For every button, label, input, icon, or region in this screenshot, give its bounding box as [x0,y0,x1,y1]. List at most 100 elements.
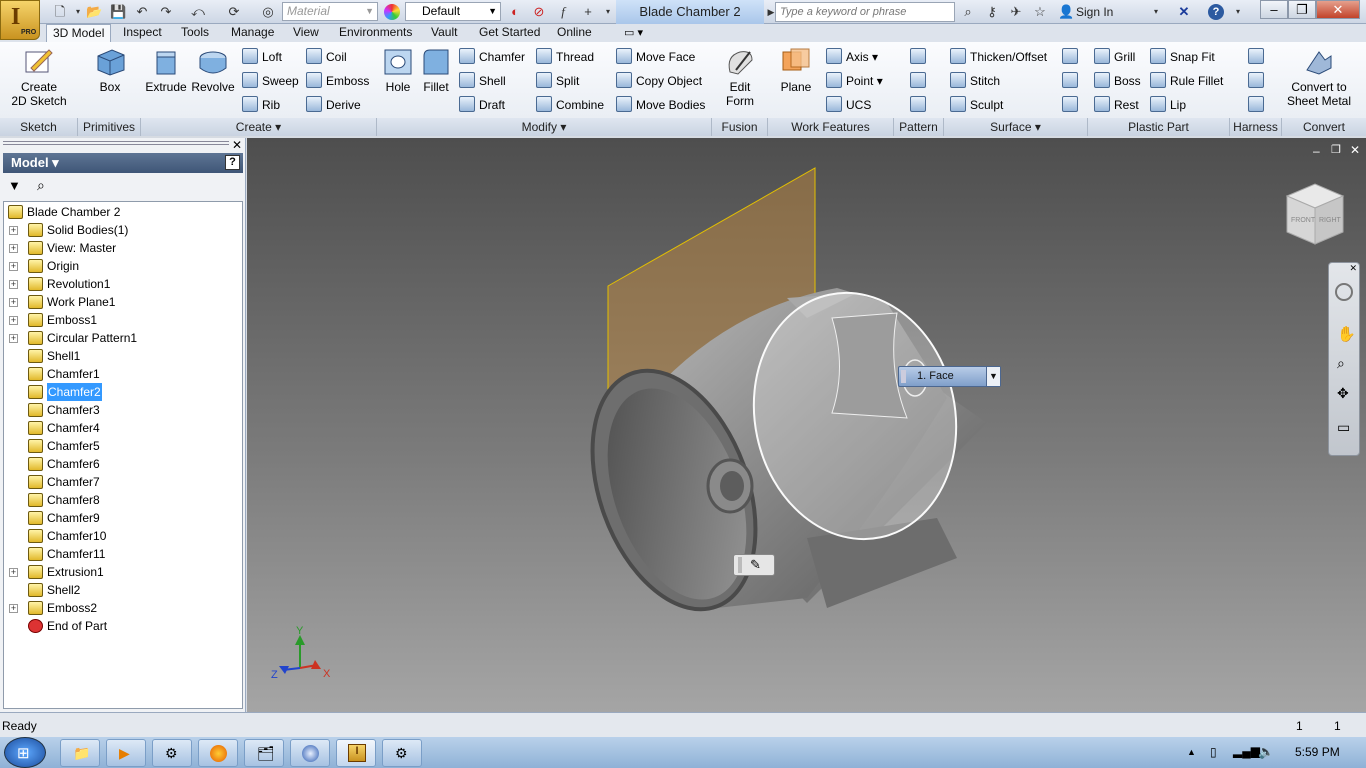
derive-button[interactable]: Derive [306,95,361,115]
draft-button[interactable]: Draft [459,95,505,115]
key-icon[interactable]: ⚷ [984,4,1000,20]
tree-node[interactable]: Chamfer2 [4,383,240,401]
application-menu-button[interactable]: I PRO [0,0,40,40]
clock[interactable]: 5:59 PM [1295,745,1340,759]
panel-label-surface[interactable]: Surface ▾ [944,118,1088,136]
expand-icon[interactable]: + [9,244,18,253]
axis-button[interactable]: Axis ▾ [826,47,878,67]
expand-icon[interactable]: + [9,604,18,613]
pan-icon[interactable]: ✋ [1337,325,1356,343]
material-dropdown[interactable]: Material ▼ [282,2,378,21]
plus-icon[interactable]: + [580,4,596,20]
tab-environments[interactable]: Environments [333,24,418,42]
navbar-close-icon[interactable]: ✕ [1349,263,1357,274]
stitch-button[interactable]: Stitch [950,71,1000,91]
tree-node[interactable]: Chamfer10 [4,527,240,545]
help-dropdown-icon[interactable]: ▾ [1230,4,1246,20]
tree-node[interactable]: Chamfer4 [4,419,240,437]
browser-header[interactable]: Model ▾? [3,153,243,173]
select-icon[interactable]: ◎ [260,4,276,20]
graphics-window[interactable]: Y X Z FRONT RIGHT ✎ [247,138,1366,712]
tree-node[interactable]: + View: Master [4,239,240,257]
selection-popup[interactable]: 1. Face ▼ [898,366,1001,387]
coil-button[interactable]: Coil [306,47,347,67]
tree-node[interactable]: Chamfer9 [4,509,240,527]
tree-node[interactable]: Chamfer8 [4,491,240,509]
move-bodies-button[interactable]: Move Bodies [616,95,705,115]
look-at-icon[interactable]: ▭ [1337,419,1350,436]
thread-button[interactable]: Thread [536,47,594,67]
redo-icon[interactable]: ↷ [158,4,174,20]
tree-node[interactable]: Shell2 [4,581,240,599]
expand-icon[interactable]: + [9,262,18,271]
browser-grip[interactable] [3,141,229,145]
browser-close-icon[interactable]: ✕ [232,138,242,152]
grill-button[interactable]: Grill [1094,47,1135,67]
sign-in-dropdown-icon[interactable]: ▾ [1148,4,1164,20]
loft-button[interactable]: Loft [242,47,282,67]
appearance-dropdown[interactable]: Default ▼ [405,2,501,21]
combine-button[interactable]: Combine [536,95,604,115]
star-icon[interactable]: ☆ [1032,4,1048,20]
emboss-button[interactable]: Emboss [306,71,369,91]
viewport-close-button[interactable]: ✕ [1350,143,1360,157]
selection-popup-grip[interactable] [901,370,906,383]
expand-icon[interactable]: + [9,298,18,307]
tab-inspect[interactable]: Inspect [117,24,168,42]
steering-wheel-icon[interactable] [1335,283,1353,301]
browser-help-icon[interactable]: ? [225,155,240,170]
copy-object-button[interactable]: Copy Object [616,71,702,91]
start-button[interactable]: ⊞ [4,737,46,768]
delete-face-button[interactable] [1062,95,1082,115]
tree-node[interactable]: + Extrusion1 [4,563,240,581]
chamfer-button[interactable]: Chamfer [459,47,525,67]
new-dropdown-icon[interactable]: ▾ [70,4,86,20]
tree-node[interactable]: Chamfer11 [4,545,240,563]
tab-tools[interactable]: Tools [175,24,215,42]
expand-icon[interactable]: + [9,316,18,325]
tab-online[interactable]: Online [551,24,598,42]
filter-icon[interactable]: ▼ [8,178,21,193]
ucs-button[interactable]: UCS [826,95,871,115]
expand-icon[interactable]: + [9,568,18,577]
tree-node[interactable]: Chamfer1 [4,365,240,383]
taskbar-inventor[interactable]: I [336,739,376,767]
tree-node[interactable]: + Revolution1 [4,275,240,293]
thicken-offset-button[interactable]: Thicken/Offset [950,47,1047,67]
taskbar-firefox[interactable] [198,739,238,767]
plane-button[interactable]: Plane [775,46,817,94]
boss-button[interactable]: Boss [1094,71,1141,91]
chevron-down-icon[interactable]: ▼ [986,367,1000,386]
save-icon[interactable]: 💾 [110,4,126,20]
expand-icon[interactable]: + [9,226,18,235]
mini-toolbar-grip[interactable] [738,557,742,573]
mini-toolbar[interactable]: ✎ [733,554,775,576]
adjust-icon[interactable]: ◐ [507,4,523,20]
tree-node[interactable]: Blade Chamber 2 [4,203,240,221]
taskbar-app-5[interactable]: 🗂 [244,739,284,767]
sculpt-button[interactable]: Sculpt [950,95,1003,115]
tree-node[interactable]: + Circular Pattern1 [4,329,240,347]
tray-expand-icon[interactable]: ▲ [1187,747,1196,757]
panel-label-create[interactable]: Create ▾ [141,118,377,136]
taskbar-app-8[interactable]: ⚙ [382,739,422,767]
tree-node[interactable]: Chamfer6 [4,455,240,473]
sign-in-link[interactable]: Sign In [1076,5,1113,19]
split-button[interactable]: Split [536,71,579,91]
taskbar-explorer[interactable]: 📁 [60,739,100,767]
orbit-icon[interactable]: ✥ [1337,385,1349,402]
snap-fit-button[interactable]: Snap Fit [1150,47,1215,67]
hole-button[interactable]: Hole [380,46,416,94]
sweep-button[interactable]: Sweep [242,71,299,91]
edit-feature-icon[interactable]: ✎ [750,557,761,573]
tree-node[interactable]: Chamfer5 [4,437,240,455]
harness-tool-2-button[interactable] [1248,71,1268,91]
shell-button[interactable]: Shell [459,71,506,91]
tab-view[interactable]: View [287,24,325,42]
tab-3d-model[interactable]: 3D Model [46,24,112,42]
binoculars-icon[interactable]: ⌕ [960,4,976,20]
convert-to-sheet-metal-button[interactable]: Convert to Sheet Metal [1284,46,1354,108]
search-input[interactable]: Type a keyword or phrase [775,2,955,22]
battery-icon[interactable]: ▯ [1210,745,1217,759]
tree-node[interactable]: + Emboss1 [4,311,240,329]
